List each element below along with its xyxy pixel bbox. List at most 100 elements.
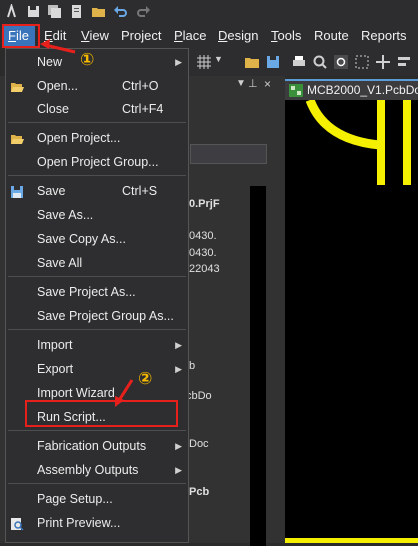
save-icon[interactable] <box>26 4 41 19</box>
menu-item-label: Assembly Outputs <box>37 463 139 477</box>
zoom-icon[interactable] <box>312 54 328 70</box>
grid-icon[interactable] <box>196 54 212 70</box>
menu-design[interactable]: Design <box>218 24 258 48</box>
menu-mnemonic: D <box>218 28 228 43</box>
document-tab-title: MCB2000_V1.PcbDoc <box>307 83 418 97</box>
print-icon[interactable] <box>291 54 307 70</box>
menu-item-shortcut: Ctrl+O <box>122 79 159 93</box>
menu-item-page-setup[interactable]: Page Setup... <box>6 488 188 510</box>
menu-item-assembly-outputs[interactable]: Assembly Outputs ▶ <box>6 459 188 481</box>
panel-search-field[interactable] <box>190 144 267 164</box>
file-menu-dropdown: New ▶ Open... Ctrl+O Close Ctrl+F4 Open Projec… <box>5 48 189 543</box>
floppy-disk-icon <box>10 184 24 198</box>
menu-item-close[interactable]: Close Ctrl+F4 <box>6 98 188 120</box>
print-preview-icon <box>10 516 24 531</box>
menu-view[interactable]: View <box>81 24 109 48</box>
menu-item-label: Open Project... <box>37 131 121 145</box>
panel-scroll-region <box>250 186 266 546</box>
folder-open-icon <box>10 131 24 145</box>
menu-item-open[interactable]: Open... Ctrl+O <box>6 75 188 97</box>
menu-item-new[interactable]: New ▶ <box>6 51 188 73</box>
menu-item-export[interactable]: Export ▶ <box>6 358 188 380</box>
document-tab[interactable]: MCB2000_V1.PcbDoc <box>285 79 418 100</box>
menu-item-save-project-group-as[interactable]: Save Project Group As... <box>6 305 188 327</box>
menu-item-save[interactable]: Save Ctrl+S <box>6 180 188 202</box>
step-2-marker: ② <box>138 369 153 388</box>
select-area-icon[interactable] <box>354 54 370 70</box>
align-icon[interactable] <box>396 54 412 70</box>
menu-item-save-project-as[interactable]: Save Project As... <box>6 281 188 303</box>
panel-tree-text: 0.PrjF <box>189 198 220 210</box>
menu-item-label: Save Copy As... <box>37 232 126 246</box>
menu-item-label: Save All <box>37 256 83 270</box>
menu-item-fabrication-outputs[interactable]: Fabrication Outputs ▶ <box>6 435 188 457</box>
menu-mnemonic: T <box>271 28 278 43</box>
undo-icon[interactable] <box>113 4 128 19</box>
pin-icon[interactable]: ⊥ <box>248 77 258 90</box>
open-folder-icon[interactable] <box>91 4 106 19</box>
menu-mnemonic: E <box>44 28 53 43</box>
pcb-document-icon <box>289 84 303 97</box>
menu-item-label: Print Preview... <box>37 516 121 530</box>
panel-tree-text: b <box>189 360 196 372</box>
menu-edit[interactable]: Edit <box>44 24 66 48</box>
panel-tree-text: Pcb <box>189 486 210 498</box>
menu-item-import[interactable]: Import ▶ <box>6 334 188 356</box>
menu-reports[interactable]: Reports <box>361 24 407 48</box>
menu-item-label: Close <box>37 102 69 116</box>
menu-separator <box>8 329 186 330</box>
submenu-arrow-icon: ▶ <box>175 57 182 67</box>
annotation-box-run-script <box>25 400 178 427</box>
step-1-marker: ① <box>80 50 95 69</box>
menu-item-open-project[interactable]: Open Project... <box>6 127 188 149</box>
menu-item-label: Export <box>37 362 74 376</box>
editor-toolbar: ▼ <box>188 48 418 76</box>
panel-tree-text: 0430. <box>189 230 217 242</box>
menu-item-label: Page Setup... <box>37 492 113 506</box>
menu-item-save-copy-as[interactable]: Save Copy As... <box>6 228 188 250</box>
submenu-arrow-icon: ▶ <box>175 364 182 374</box>
pcb-canvas[interactable] <box>285 100 418 543</box>
menu-place[interactable]: Place <box>174 24 207 48</box>
panel-menu-arrow-icon[interactable]: ▼ <box>236 78 246 89</box>
close-panel-icon[interactable]: × <box>264 77 271 91</box>
panel-tree-text: cbDo <box>186 390 212 402</box>
menu-separator <box>8 430 186 431</box>
menu-item-label: Save <box>37 184 66 198</box>
menu-project[interactable]: Project <box>121 24 161 48</box>
menu-item-label: Save Project As... <box>37 285 136 299</box>
panel-tree-text: Doc <box>189 438 209 450</box>
zoom-fit-icon[interactable] <box>333 54 349 70</box>
pcb-tracks <box>285 100 418 543</box>
menu-item-save-as[interactable]: Save As... <box>6 204 188 226</box>
submenu-arrow-icon: ▶ <box>175 441 182 451</box>
menu-separator <box>8 483 186 484</box>
menu-item-label: Save Project Group As... <box>37 309 174 323</box>
submenu-arrow-icon: ▶ <box>175 465 182 475</box>
menu-separator <box>8 122 186 123</box>
menu-route[interactable]: Route <box>314 24 349 48</box>
menu-separator <box>8 276 186 277</box>
menu-item-label: Open... <box>37 79 78 93</box>
menu-mnemonic: V <box>81 28 90 43</box>
menu-item-print-preview[interactable]: Print Preview... <box>6 512 188 534</box>
quick-access-toolbar <box>0 0 418 24</box>
move-icon[interactable] <box>375 54 391 70</box>
menu-item-label: Open Project Group... <box>37 155 159 169</box>
folder-open-icon <box>10 79 24 93</box>
redo-icon[interactable] <box>136 4 151 19</box>
open-folder-icon[interactable] <box>244 54 260 70</box>
menu-item-label: Import <box>37 338 73 352</box>
open-document-icon[interactable] <box>69 4 84 19</box>
save-all-icon[interactable] <box>47 4 62 19</box>
menu-mnemonic: P <box>174 28 183 43</box>
main-menu-bar: File Edit View Project Place Design Tools Route… <box>0 24 418 48</box>
save-icon[interactable] <box>265 54 281 70</box>
menu-item-save-all[interactable]: Save All <box>6 252 188 274</box>
grid-dropdown-icon[interactable]: ▼ <box>214 54 223 64</box>
menu-item-shortcut: Ctrl+S <box>122 184 158 198</box>
menu-item-label: Save As... <box>37 208 94 222</box>
menu-tools[interactable]: Tools <box>271 24 301 48</box>
menu-item-open-project-group[interactable]: Open Project Group... <box>6 151 188 173</box>
panel-tree-text: 0430. <box>189 247 217 259</box>
